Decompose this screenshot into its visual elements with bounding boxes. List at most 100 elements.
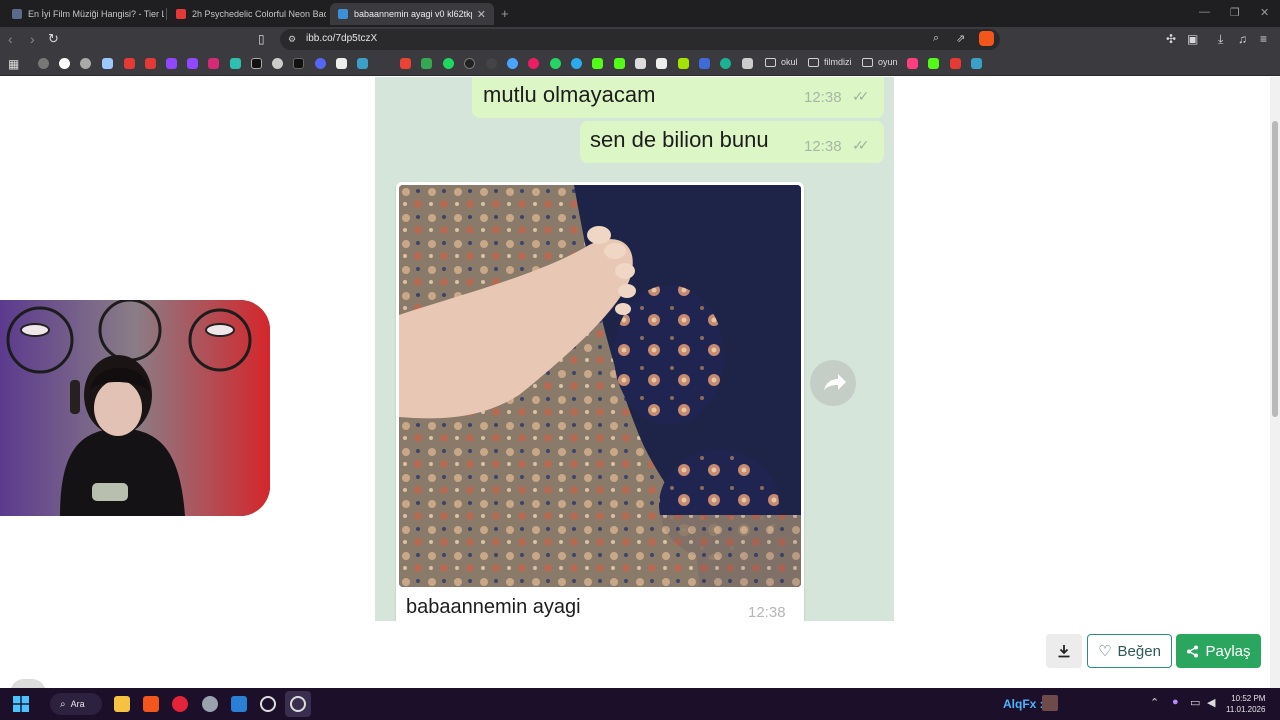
kick-icon[interactable] [928,58,939,69]
bookmark-icon[interactable] [742,58,753,69]
chat-message-bubble: sen de bilion bunu 12:38 ✓✓ [580,121,884,163]
bookmark-icon[interactable] [230,58,241,69]
sidebar-icon[interactable]: ▣ [1187,31,1198,47]
bookmark-folder-oyun[interactable]: oyun [862,57,898,67]
reload-icon[interactable]: ↻ [48,31,59,47]
github-icon[interactable] [486,58,497,69]
photos-icon[interactable] [231,696,247,712]
download-button[interactable] [1046,634,1082,668]
bookmark-icon[interactable] [507,58,518,69]
obs-icon [290,696,306,712]
bookmark-icon[interactable] [336,58,347,69]
bookmark-folder-filmdizi[interactable]: filmdizi [808,57,852,67]
back-icon[interactable]: ‹ [8,31,13,47]
app-icon[interactable] [260,696,276,712]
history-icon[interactable] [38,58,49,69]
tab-tier-list[interactable]: En İyi Film Müziği Hangisi? - Tier List [4,3,164,25]
bookmark-page-icon[interactable]: ▯ [258,31,265,47]
zoom-icon[interactable]: ⌕ [933,32,939,45]
telegram-icon[interactable] [571,58,582,69]
bookmark-icon[interactable] [80,58,91,69]
read-ticks-icon: ✓✓ [852,137,870,153]
tab-divider [166,8,167,20]
bookmark-icon[interactable] [528,58,539,69]
twitch-icon[interactable] [187,58,198,69]
tab-favicon-icon [12,9,22,19]
folder-label: oyun [878,57,898,67]
site-info-icon[interactable]: ⚙ [288,34,296,45]
taskbar-search[interactable]: ⌕ Ara [50,693,102,715]
youtube-icon[interactable] [124,58,135,69]
drive-icon[interactable] [421,58,432,69]
bookmark-icon[interactable] [720,58,731,69]
minimize-icon[interactable]: — [1199,6,1210,18]
tab-youtube[interactable]: 2h Psychedelic Colorful Neon Backgr [168,3,326,25]
brave-shields-icon[interactable] [979,31,994,46]
tab-ibb-active[interactable]: babaannemin ayagi v0 kl62tkpwi ✕ [330,3,494,25]
forward-icon[interactable]: › [30,31,35,47]
menu-icon[interactable]: ≡ [1260,31,1267,47]
bookmark-icon[interactable] [971,58,982,69]
display-icon[interactable]: ▭ [1190,696,1200,709]
media-icon[interactable]: ♫ [1238,31,1247,47]
bookmark-icon[interactable] [357,58,368,69]
tray-overflow-icon[interactable]: ⌃ [1150,696,1159,709]
kick-icon[interactable] [592,58,603,69]
close-window-icon[interactable]: ✕ [1260,6,1269,19]
bookmark-icon[interactable] [678,58,689,69]
youtube-icon[interactable] [950,58,961,69]
page-scrollbar[interactable] [1270,77,1280,688]
youtube-icon[interactable] [145,58,156,69]
stream-label: AlqFx : [1003,697,1044,711]
spotify-icon[interactable] [443,58,454,69]
scrollbar-thumb[interactable] [1272,121,1278,417]
download-icon [1058,645,1070,658]
page-content: mutlu olmayacam 12:38 ✓✓ sen de bilion b… [0,77,1280,693]
new-tab-button[interactable]: + [501,6,509,21]
bookmark-folder-okul[interactable]: okul [765,57,798,67]
media-player-icon[interactable] [172,696,188,712]
twitch-icon[interactable] [166,58,177,69]
share-button[interactable]: Paylaş [1176,634,1261,668]
whatsapp-icon[interactable] [550,58,561,69]
bookmark-icon[interactable] [699,58,710,69]
share-label: Paylaş [1205,642,1251,660]
downloads-icon[interactable]: ⤓ [1218,31,1223,47]
share-page-icon[interactable]: ⇗ [956,32,965,45]
like-button[interactable]: ♡ Beğen [1087,634,1172,668]
app-icon[interactable] [202,696,218,712]
avatar [1042,695,1058,711]
x-icon[interactable] [251,58,262,69]
chat-screenshot-image: mutlu olmayacam 12:38 ✓✓ sen de bilion b… [375,77,894,621]
bookmark-icon[interactable] [635,58,646,69]
forward-arrow-icon [824,374,846,390]
volume-icon[interactable]: ◀ [1207,696,1215,709]
windows-start-icon[interactable] [13,696,29,712]
taskbar-clock[interactable]: 10:52 PM 11.01.2026 [1226,693,1265,715]
gmail-icon[interactable] [400,58,411,69]
bookmark-icon[interactable] [656,58,667,69]
microphone-icon[interactable]: ● [1172,696,1179,708]
discord-icon[interactable] [315,58,326,69]
file-explorer-icon[interactable] [114,696,130,712]
bookmark-icon[interactable] [272,58,283,69]
chat-message-bubble: mutlu olmayacam 12:38 ✓✓ [472,77,884,118]
bookmark-icon[interactable] [464,58,475,69]
tiktok-icon[interactable] [293,58,304,69]
google-icon[interactable] [59,58,70,69]
bookmark-icon[interactable] [907,58,918,69]
close-tab-icon[interactable]: ✕ [477,8,486,21]
photo-message: babaannemin ayagi 12:38 [396,182,804,621]
active-app-highlight[interactable] [285,691,311,717]
extensions-icon[interactable]: ✣ [1166,31,1176,47]
share-icon [1187,645,1199,657]
brave-browser-icon[interactable] [143,696,159,712]
like-label: Beğen [1117,642,1161,660]
instagram-icon[interactable] [208,58,219,69]
webcam-overlay [0,300,270,516]
bookmark-icon[interactable] [102,58,113,69]
restore-icon[interactable]: ❐ [1230,6,1240,19]
kick-icon[interactable] [614,58,625,69]
apps-grid-icon[interactable]: ▦ [8,57,19,71]
address-bar[interactable]: ⚙ ibb.co/7dp5tczX ⌕ ⇗ [280,29,1000,50]
